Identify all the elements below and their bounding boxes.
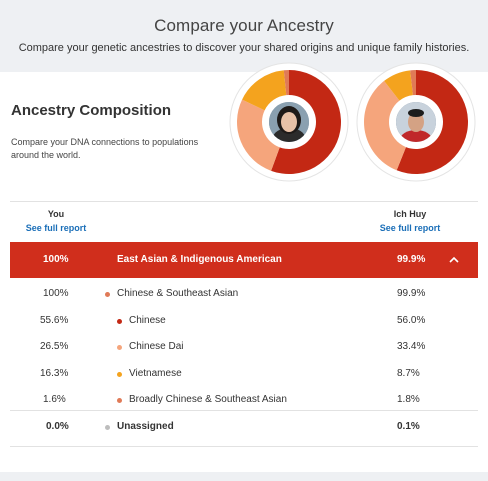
population-row: 55.6% Chinese 56.0%: [10, 308, 478, 334]
page-title: Compare your Ancestry: [154, 16, 334, 35]
you-percentage: 100%: [43, 254, 69, 265]
section-title: Ancestry Composition: [11, 102, 172, 119]
unassigned-color-dot: [105, 425, 110, 430]
population-color-dot: [117, 345, 122, 350]
other-percentage: 0.1%: [397, 421, 420, 432]
you-name: You: [47, 209, 65, 219]
population-label: Broadly Chinese & Southeast Asian: [129, 394, 287, 405]
divider: [10, 446, 478, 447]
population-row: 16.3% Vietnamese 8.7%: [10, 361, 478, 387]
unassigned-row: 0.0% Unassigned 0.1%: [10, 414, 478, 440]
chevron-up-icon[interactable]: [447, 253, 461, 267]
you-ancestry-donut: [229, 62, 349, 182]
you-percentage: 26.5%: [40, 341, 69, 352]
ancestry-composition-card: Ancestry Composition Compare your DNA co…: [0, 62, 488, 472]
population-label: Vietnamese: [129, 367, 182, 379]
population-color-dot: [117, 318, 122, 324]
population-row: 26.5% Chinese Dai 33.4%: [10, 334, 478, 360]
other-percentage: 99.9%: [397, 288, 426, 299]
region-row-east-asian[interactable]: 100% East Asian & Indigenous American 99…: [10, 242, 478, 278]
you-avatar: [266, 99, 312, 145]
you-percentage: 55.6%: [40, 314, 69, 326]
you-column-header: You See full report: [16, 209, 96, 233]
other-see-full-report-link[interactable]: See full report: [370, 223, 450, 233]
region-label: East Asian & Indigenous American: [117, 254, 282, 265]
page-subtitle: Compare your genetic ancestries to disco…: [18, 42, 470, 54]
population-color-dot: [105, 292, 110, 297]
other-percentage: 99.9%: [397, 254, 426, 265]
you-see-full-report-link[interactable]: See full report: [16, 223, 96, 233]
you-percentage: 1.6%: [43, 394, 66, 405]
you-percentage: 100%: [43, 288, 69, 299]
you-percentage: 0.0%: [46, 421, 69, 432]
other-percentage: 33.4%: [397, 341, 426, 352]
other-percentage: 1.8%: [397, 394, 420, 405]
population-color-dot: [117, 371, 122, 377]
other-ancestry-donut: [356, 62, 476, 182]
you-percentage: 16.3%: [40, 367, 69, 379]
section-description: Compare your DNA connections to populati…: [11, 137, 199, 160]
other-percentage: 8.7%: [397, 367, 420, 379]
population-row: 100% Chinese & Southeast Asian 99.9%: [10, 281, 478, 307]
other-name: Ich Huy: [393, 209, 427, 219]
population-label: Chinese: [129, 314, 166, 326]
divider: [10, 410, 478, 411]
other-avatar: [393, 99, 439, 145]
population-label: Chinese Dai: [129, 341, 184, 352]
footer-band: [0, 472, 488, 481]
population-label: Chinese & Southeast Asian: [117, 288, 239, 299]
divider: [10, 201, 478, 202]
other-percentage: 56.0%: [397, 314, 426, 326]
population-color-dot: [117, 398, 122, 403]
population-label: Unassigned: [117, 421, 174, 432]
other-column-header: Ich Huy See full report: [370, 209, 450, 233]
